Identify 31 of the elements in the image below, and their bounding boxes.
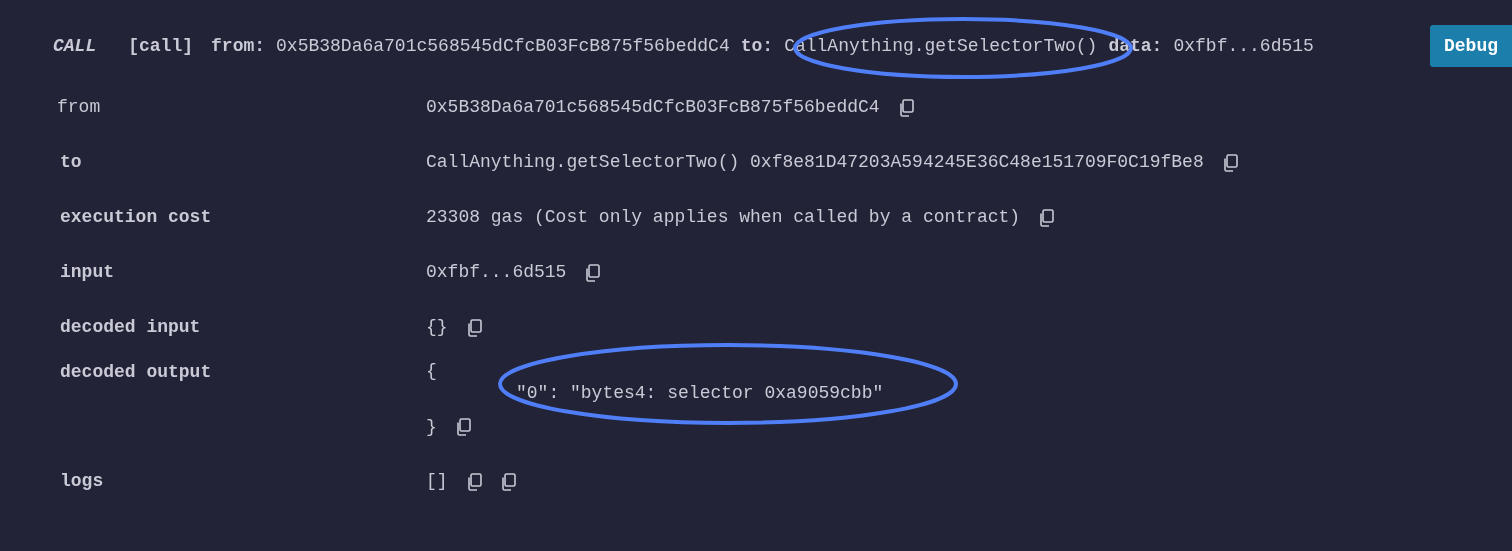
- copy-icon[interactable]: [584, 263, 601, 282]
- field-value: 23308 gas (Cost only applies when called by a contract): [426, 206, 1021, 229]
- from-label: from:: [211, 34, 266, 58]
- copy-icon[interactable]: [897, 98, 914, 117]
- data-value: 0xfbf...6d515: [1173, 34, 1314, 58]
- copy-icon[interactable]: [454, 418, 471, 436]
- field-label: execution cost: [59, 206, 213, 229]
- copy-icon[interactable]: [1221, 153, 1238, 172]
- copy-icon[interactable]: [465, 472, 482, 491]
- field-value: 0xfbf...6d515: [426, 261, 567, 284]
- copy-icon[interactable]: [465, 318, 482, 337]
- field-label: logs: [59, 470, 105, 493]
- field-value: CallAnything.getSelectorTwo() 0xf8e81D47203A594245E36C48e151709F0C19fBe8: [426, 151, 1204, 174]
- field-label: input: [59, 261, 115, 284]
- debug-button[interactable]: Debug: [1430, 25, 1512, 67]
- call-type-label: CALL: [53, 34, 97, 58]
- field-value: 0x5B38Da6a701c568545dCfcB03FcB875f56beddC4: [426, 96, 880, 119]
- field-label: from: [57, 96, 102, 119]
- field-value: }: [426, 415, 437, 439]
- field-value: {}: [426, 316, 448, 339]
- field-label: decoded input: [59, 316, 202, 339]
- copy-icon[interactable]: [1038, 208, 1055, 227]
- field-label: to: [59, 151, 83, 174]
- to-label: to:: [740, 34, 774, 58]
- from-address: 0x5B38Da6a701c568545dCfcB03FcB875f56beddC4: [276, 34, 730, 58]
- call-tag: [call]: [128, 32, 194, 60]
- field-value: {: [426, 359, 437, 383]
- field-value: "0": "bytes4: selector 0xa9059cbb": [516, 381, 884, 405]
- field-value: []: [426, 470, 448, 493]
- field-label: decoded output: [59, 361, 213, 384]
- copy-icon[interactable]: [499, 472, 516, 491]
